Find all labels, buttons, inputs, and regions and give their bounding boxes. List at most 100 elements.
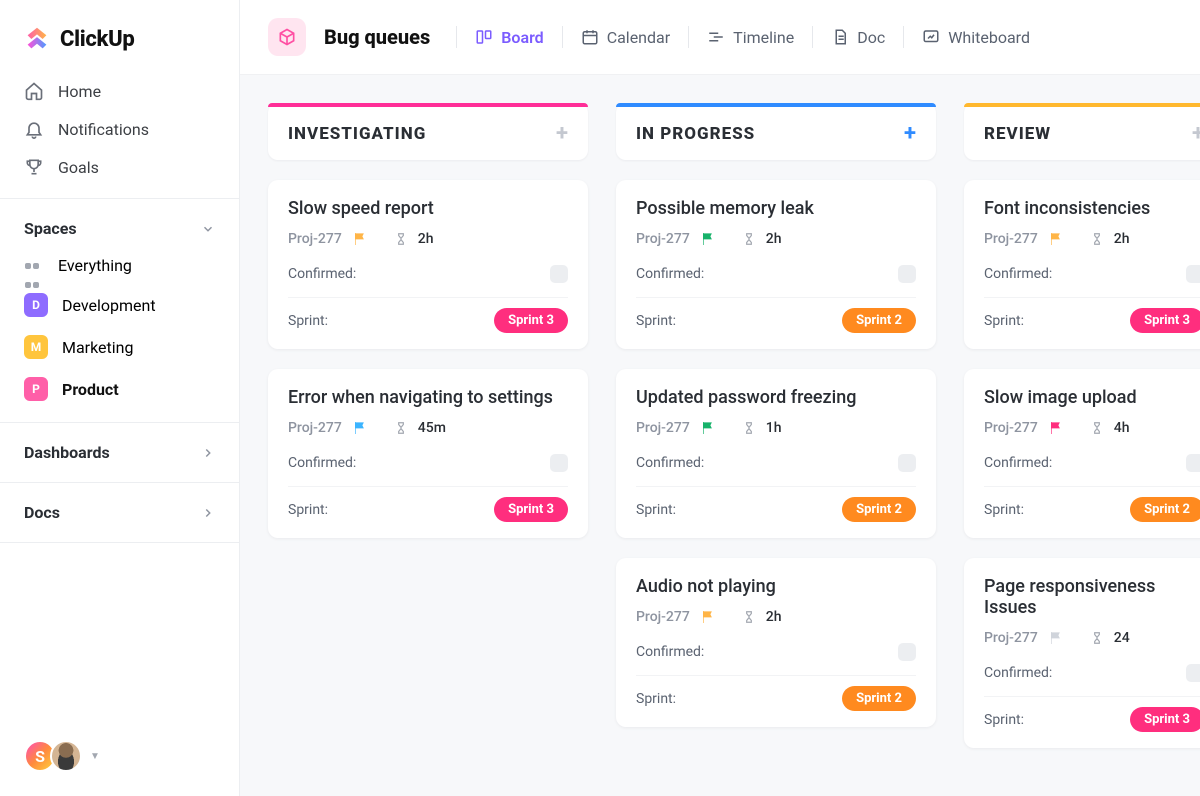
nav-home[interactable]: Home (14, 72, 225, 110)
confirmed-field: Confirmed: (288, 448, 568, 472)
add-card-button[interactable]: + (904, 121, 916, 146)
chevron-right-icon (201, 446, 215, 460)
card-title: Page responsiveness Issues (984, 576, 1200, 618)
card[interactable]: Page responsiveness Issues Proj-277 24 C… (964, 558, 1200, 748)
divider (0, 482, 239, 483)
sprint-badge[interactable]: Sprint 2 (842, 308, 916, 333)
field-label: Confirmed: (636, 644, 704, 660)
project-id: Proj-277 (636, 420, 690, 436)
space-label: Everything (58, 256, 132, 275)
field-label: Confirmed: (984, 665, 1052, 681)
field-label: Confirmed: (288, 266, 356, 282)
time-estimate: 2h (766, 609, 782, 625)
nav-label: Goals (58, 158, 99, 177)
nav-goals[interactable]: Goals (14, 148, 225, 186)
card[interactable]: Slow image upload Proj-277 4h Confirmed:… (964, 369, 1200, 538)
confirmed-checkbox[interactable] (898, 454, 916, 472)
sprint-badge[interactable]: Sprint 3 (1130, 707, 1200, 732)
brand-logo[interactable]: ClickUp (0, 0, 239, 72)
space-everything[interactable]: Everything (0, 246, 239, 284)
view-timeline[interactable]: Timeline (707, 28, 794, 47)
divider (0, 542, 239, 543)
time-estimate: 45m (418, 420, 446, 436)
primary-nav: Home Notifications Goals (0, 72, 239, 186)
calendar-icon (581, 28, 599, 46)
confirmed-checkbox[interactable] (898, 265, 916, 283)
sprint-field: Sprint: Sprint 3 (288, 486, 568, 522)
dashboards-header[interactable]: Dashboards (0, 435, 239, 470)
user-avatars[interactable]: S ▼ (24, 740, 100, 772)
project-id: Proj-277 (984, 420, 1038, 436)
card[interactable]: Possible memory leak Proj-277 2h Confirm… (616, 180, 936, 349)
card-title: Slow speed report (288, 198, 568, 219)
add-card-button[interactable]: + (1192, 121, 1200, 146)
cube-icon (277, 27, 297, 47)
sprint-badge[interactable]: Sprint 2 (1130, 497, 1200, 522)
sprint-badge[interactable]: Sprint 3 (1130, 308, 1200, 333)
view-calendar[interactable]: Calendar (581, 28, 670, 47)
view-doc[interactable]: Doc (831, 28, 885, 47)
card[interactable]: Audio not playing Proj-277 2h Confirmed:… (616, 558, 936, 727)
section-title: Spaces (24, 219, 77, 238)
space-item-development[interactable]: D Development (0, 284, 239, 326)
sprint-badge[interactable]: Sprint 2 (842, 686, 916, 711)
confirmed-checkbox[interactable] (1186, 265, 1200, 283)
space-badge: P (24, 377, 48, 401)
page-title: Bug queues (324, 25, 430, 49)
confirmed-field: Confirmed: (288, 259, 568, 283)
confirmed-checkbox[interactable] (898, 643, 916, 661)
spaces-header[interactable]: Spaces (0, 211, 239, 246)
confirmed-checkbox[interactable] (550, 454, 568, 472)
confirmed-field: Confirmed: (984, 259, 1200, 283)
hourglass-icon (394, 421, 408, 435)
field-label: Confirmed: (984, 266, 1052, 282)
view-label: Whiteboard (948, 28, 1030, 47)
card-meta: Proj-277 2h (636, 231, 916, 247)
card[interactable]: Error when navigating to settings Proj-2… (268, 369, 588, 538)
time-estimate: 2h (418, 231, 434, 247)
confirmed-checkbox[interactable] (1186, 664, 1200, 682)
nav-notifications[interactable]: Notifications (14, 110, 225, 148)
view-label: Calendar (607, 28, 670, 47)
space-item-product[interactable]: P Product (0, 368, 239, 410)
card[interactable]: Updated password freezing Proj-277 1h Co… (616, 369, 936, 538)
board-icon (475, 28, 493, 46)
view-board[interactable]: Board (475, 28, 543, 47)
time-estimate: 24 (1114, 630, 1130, 646)
view-whiteboard[interactable]: Whiteboard (922, 28, 1030, 47)
confirmed-field: Confirmed: (636, 259, 916, 283)
field-label: Sprint: (288, 502, 328, 518)
card-meta: Proj-277 2h (636, 609, 916, 625)
column-header: IN PROGRESS + (616, 103, 936, 160)
grid-icon (24, 255, 44, 275)
project-id: Proj-277 (984, 231, 1038, 247)
whiteboard-icon (922, 28, 940, 46)
hourglass-icon (1090, 421, 1104, 435)
field-label: Confirmed: (636, 266, 704, 282)
docs-header[interactable]: Docs (0, 495, 239, 530)
clickup-logo-icon (22, 24, 52, 54)
field-label: Sprint: (636, 502, 676, 518)
sprint-field: Sprint: Sprint 3 (984, 297, 1200, 333)
add-card-button[interactable]: + (556, 121, 568, 146)
sprint-badge[interactable]: Sprint 2 (842, 497, 916, 522)
sprint-badge[interactable]: Sprint 3 (494, 308, 568, 333)
column-investigating: INVESTIGATING + Slow speed report Proj-2… (268, 103, 588, 768)
confirmed-field: Confirmed: (636, 637, 916, 661)
field-label: Sprint: (636, 313, 676, 329)
confirmed-checkbox[interactable] (1186, 454, 1200, 472)
space-badge: D (24, 293, 48, 317)
column-title: REVIEW (984, 124, 1051, 144)
project-id: Proj-277 (636, 231, 690, 247)
sprint-badge[interactable]: Sprint 3 (494, 497, 568, 522)
confirmed-field: Confirmed: (636, 448, 916, 472)
card[interactable]: Font inconsistencies Proj-277 2h Confirm… (964, 180, 1200, 349)
confirmed-checkbox[interactable] (550, 265, 568, 283)
avatar-member[interactable] (50, 740, 82, 772)
column-header: INVESTIGATING + (268, 103, 588, 160)
hourglass-icon (742, 610, 756, 624)
column-header: REVIEW + (964, 103, 1200, 160)
space-item-marketing[interactable]: M Marketing (0, 326, 239, 368)
doc-icon (831, 28, 849, 46)
card[interactable]: Slow speed report Proj-277 2h Confirmed:… (268, 180, 588, 349)
